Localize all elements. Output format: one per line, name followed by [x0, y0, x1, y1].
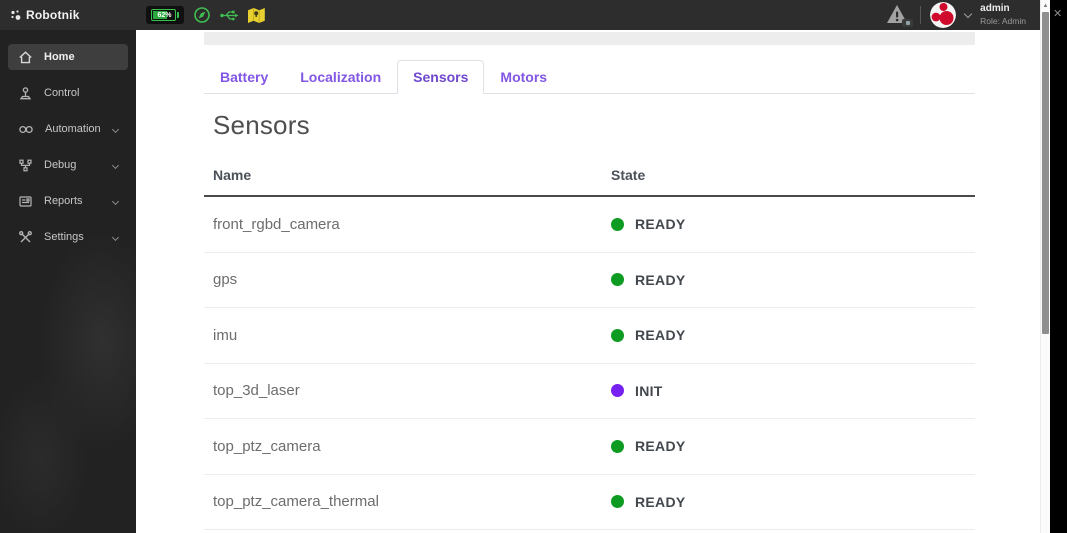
- topbar: Robotnik 62% admin Role: Admin: [0, 0, 1040, 30]
- state-dot-icon: [611, 217, 624, 231]
- sidebar: Home Control Automation Debug Reports Se…: [0, 30, 136, 533]
- sidebar-item-label: Debug: [44, 159, 77, 171]
- avatar[interactable]: [930, 2, 957, 28]
- sidebar-item-home[interactable]: Home: [8, 44, 128, 70]
- state-label: READY: [635, 327, 686, 344]
- state-dot-icon: [611, 495, 624, 509]
- sensor-name: imu: [213, 326, 238, 344]
- user-info[interactable]: admin Role: Admin: [980, 3, 1026, 26]
- table-row[interactable]: top_ptz_camera_thermal READY: [204, 475, 975, 530]
- state-label: READY: [635, 493, 686, 510]
- chevron-down-icon: [111, 233, 120, 241]
- sensor-name: front_rgbd_camera: [213, 215, 340, 233]
- tab-motors[interactable]: Motors: [484, 60, 563, 94]
- sidebar-item-label: Control: [44, 87, 80, 99]
- chevron-down-icon: [111, 161, 120, 169]
- map-icon[interactable]: [247, 7, 266, 24]
- scrolled-panel-edge: [204, 32, 975, 45]
- sensors-table: Name State front_rgbd_camera READY gps R…: [204, 155, 975, 530]
- logo-text: Robotnik: [26, 8, 80, 22]
- sidebar-item-control[interactable]: Control: [8, 80, 128, 106]
- state-dot-icon: [611, 439, 624, 453]
- table-row[interactable]: top_3d_laser INIT: [204, 364, 975, 419]
- settings-icon: [18, 230, 33, 245]
- sidebar-item-settings[interactable]: Settings: [8, 224, 128, 250]
- user-name: admin: [980, 3, 1010, 15]
- scrollbar-thumb[interactable]: [1042, 12, 1049, 334]
- user-role: Role: Admin: [980, 15, 1026, 26]
- state-dot-icon: [611, 273, 624, 287]
- sensor-name: top_ptz_camera_thermal: [213, 493, 379, 511]
- alerts-badge: [902, 19, 914, 27]
- battery-indicator[interactable]: 62%: [146, 6, 184, 24]
- automation-icon: [18, 122, 34, 137]
- state-label: READY: [635, 271, 686, 288]
- tab-battery[interactable]: Battery: [204, 60, 284, 94]
- column-header-name: Name: [213, 167, 252, 183]
- scrollbar-up-arrow-icon[interactable]: ▲: [1041, 3, 1050, 9]
- sidebar-item-label: Home: [44, 51, 75, 63]
- robotnik-logo: Robotnik: [0, 8, 136, 22]
- sidebar-item-debug[interactable]: Debug: [8, 152, 128, 178]
- state-label: READY: [635, 438, 686, 455]
- user-menu-chevron-icon[interactable]: [963, 9, 973, 18]
- state-dot-icon: [611, 328, 624, 342]
- app-window: Robotnik 62% admin Role: Admin Home Cont…: [0, 0, 1040, 533]
- battery-percent: 62%: [157, 11, 172, 19]
- table-row[interactable]: gps READY: [204, 253, 975, 308]
- chevron-down-icon: [111, 197, 120, 205]
- window-edge: ✕: [1050, 0, 1067, 533]
- state-dot-icon: [611, 384, 624, 398]
- table-row[interactable]: imu READY: [204, 308, 975, 364]
- table-row[interactable]: top_ptz_camera READY: [204, 419, 975, 475]
- alerts-button[interactable]: [885, 3, 914, 27]
- compass-icon[interactable]: [193, 6, 211, 24]
- sidebar-item-label: Automation: [45, 123, 101, 135]
- column-header-state: State: [611, 167, 646, 183]
- page-title: Sensors: [213, 110, 310, 140]
- home-icon: [18, 50, 33, 65]
- joystick-icon: [18, 86, 33, 101]
- sensor-name: gps: [213, 271, 238, 289]
- robotnik-logo-icon: [10, 9, 23, 22]
- state-label: INIT: [635, 382, 663, 399]
- sidebar-item-automation[interactable]: Automation: [8, 116, 128, 142]
- tab-bar: Battery Localization Sensors Motors: [204, 60, 975, 94]
- usb-icon[interactable]: [219, 8, 239, 23]
- close-icon[interactable]: ✕: [1053, 7, 1062, 20]
- tab-sensors[interactable]: Sensors: [397, 60, 485, 94]
- sidebar-item-label: Reports: [44, 195, 83, 207]
- sidebar-item-label: Settings: [44, 231, 84, 243]
- vertical-scrollbar[interactable]: ▲: [1040, 0, 1050, 533]
- state-label: READY: [635, 216, 686, 233]
- reports-icon: [18, 194, 33, 209]
- sensor-name: top_ptz_camera: [213, 437, 321, 455]
- topbar-divider: [920, 6, 922, 24]
- table-row[interactable]: front_rgbd_camera READY: [204, 197, 975, 253]
- tab-localization[interactable]: Localization: [284, 60, 397, 94]
- sensor-name: top_3d_laser: [213, 382, 300, 400]
- main-content: Battery Localization Sensors Motors Sens…: [136, 30, 1040, 533]
- debug-icon: [18, 158, 33, 173]
- sidebar-item-reports[interactable]: Reports: [8, 188, 128, 214]
- chevron-down-icon: [111, 125, 120, 133]
- table-header: Name State: [204, 155, 975, 197]
